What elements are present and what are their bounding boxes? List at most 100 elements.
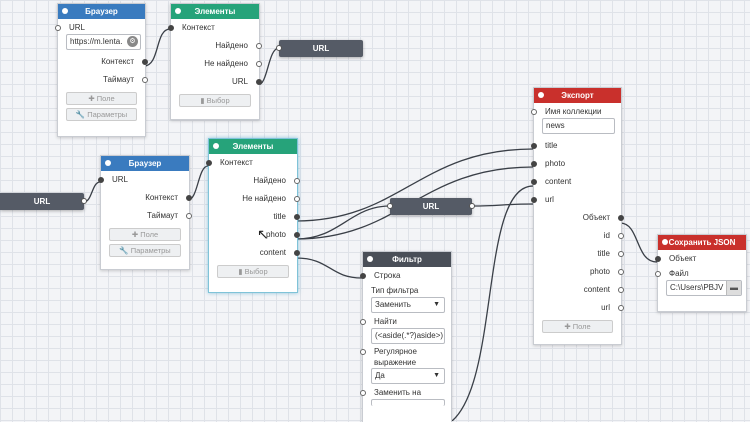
url-node-input-port[interactable] xyxy=(387,203,393,209)
context-input-port[interactable] xyxy=(206,160,212,166)
find-value: (<aside(.*?)aside>) xyxy=(375,331,444,340)
not-found-output-row: Не найдено xyxy=(209,190,300,208)
save-json-node-header[interactable]: Сохранить JSON xyxy=(658,235,746,250)
not-found-label: Не найдено xyxy=(204,59,248,68)
title-input-label: title xyxy=(545,141,558,150)
collection-field[interactable]: news xyxy=(542,118,615,134)
find-input-row: Найти xyxy=(360,316,451,328)
url-label: URL xyxy=(69,23,86,32)
not-found-output-port[interactable] xyxy=(294,196,300,202)
string-input-port[interactable] xyxy=(360,273,366,279)
context-label: Контекст xyxy=(182,23,215,32)
context-output-port[interactable] xyxy=(186,195,192,201)
url-input-row: url xyxy=(531,191,621,209)
header-dot-icon xyxy=(538,92,544,98)
photo-output-port[interactable] xyxy=(618,269,624,275)
object-input-port[interactable] xyxy=(655,256,661,262)
title-output-port[interactable] xyxy=(294,214,300,220)
dropdown-arrow-icon: ▼ xyxy=(433,301,440,308)
id-output-port[interactable] xyxy=(618,233,624,239)
replace-field[interactable] xyxy=(371,399,445,406)
select-button[interactable]: ▮ Выбор xyxy=(179,94,251,107)
found-output-port[interactable] xyxy=(256,43,262,49)
collection-input-row: Имя коллекции xyxy=(531,106,621,118)
title-output-label: title xyxy=(273,212,286,221)
file-path-field[interactable]: C:\Users\PBJV ▬ xyxy=(666,280,742,296)
folder-icon[interactable]: ▬ xyxy=(726,281,741,295)
object-output-port[interactable] xyxy=(618,215,624,221)
url-output-port[interactable] xyxy=(618,305,624,311)
photo-output-port[interactable] xyxy=(294,232,300,238)
content-output-port[interactable] xyxy=(618,287,624,293)
filter-type-select[interactable]: Заменить ▼ xyxy=(371,297,445,313)
timeout-output-port[interactable] xyxy=(142,77,148,83)
header-dot-icon xyxy=(175,8,181,14)
photo-output-row: photo xyxy=(209,226,300,244)
browser-node-2-header[interactable]: Браузер xyxy=(101,156,189,171)
found-label: Найдено xyxy=(253,176,286,185)
title-output-port[interactable] xyxy=(618,251,624,257)
url-field[interactable]: https://m.lenta. ⚙ xyxy=(66,34,141,50)
browser-node-1[interactable]: Браузер URL https://m.lenta. ⚙ Контекст Т… xyxy=(55,3,148,137)
photo-output-row: photo xyxy=(534,263,624,281)
url-node-input-port[interactable] xyxy=(276,45,282,51)
header-dot-icon xyxy=(367,256,373,262)
select-button[interactable]: ▮ Выбор xyxy=(217,265,289,278)
url-input-port[interactable] xyxy=(55,25,61,31)
url-output-port[interactable] xyxy=(256,79,262,85)
browser-node-2[interactable]: Браузер URL Контекст Таймаут ✚ Поле 🔧 Па… xyxy=(98,155,192,270)
photo-input-port[interactable] xyxy=(531,161,537,167)
add-field-button[interactable]: ✚ Поле xyxy=(542,320,613,333)
object-label: Объект xyxy=(582,213,610,222)
content-input-port[interactable] xyxy=(531,179,537,185)
add-field-button[interactable]: ✚ Поле xyxy=(66,92,137,105)
url-node-output-port[interactable] xyxy=(469,203,475,209)
context-label: Контекст xyxy=(220,158,253,167)
collection-input-port[interactable] xyxy=(531,109,537,115)
found-output-port[interactable] xyxy=(294,178,300,184)
save-json-node[interactable]: Сохранить JSON Объект Файл C:\Users\PBJV… xyxy=(655,234,747,312)
elements-node-1-header[interactable]: Элементы xyxy=(171,4,259,19)
wire-object-save xyxy=(619,222,658,263)
url-input-port[interactable] xyxy=(531,197,537,203)
elements-node-1[interactable]: Элементы Контекст Найдено Не найдено URL… xyxy=(168,3,262,120)
regex-value: Да xyxy=(375,371,385,380)
context-input-port[interactable] xyxy=(168,25,174,31)
context-label: Контекст xyxy=(145,193,178,202)
elements-node-2[interactable]: Элементы Контекст Найдено Не найдено tit… xyxy=(206,138,300,293)
context-output-port[interactable] xyxy=(142,59,148,65)
url-node-left[interactable]: URL xyxy=(0,193,87,210)
file-input-port[interactable] xyxy=(655,271,661,277)
regex-select[interactable]: Да ▼ xyxy=(371,368,445,384)
not-found-output-port[interactable] xyxy=(256,61,262,67)
url-input-row: URL xyxy=(98,171,189,189)
header-dot-icon xyxy=(662,239,668,245)
url-node-top[interactable]: URL xyxy=(276,40,363,57)
url-output-row: url xyxy=(534,299,624,317)
url-input-label: url xyxy=(545,195,554,204)
browser-node-1-header[interactable]: Браузер xyxy=(58,4,145,19)
filter-node[interactable]: Фильтр Строка Тип фильтра Заменить ▼ Найт… xyxy=(360,251,452,422)
find-input-port[interactable] xyxy=(360,319,366,325)
title-input-port[interactable] xyxy=(531,143,537,149)
filter-node-header[interactable]: Фильтр xyxy=(363,252,451,267)
replace-input-port[interactable] xyxy=(360,390,366,396)
url-node-label: URL xyxy=(33,197,51,206)
url-input-port[interactable] xyxy=(98,177,104,183)
export-node[interactable]: Экспорт Имя коллекции news title photo c… xyxy=(531,87,624,345)
file-label: Файл xyxy=(669,269,689,278)
add-field-button[interactable]: ✚ Поле xyxy=(109,228,181,241)
parameters-button[interactable]: 🔧 Параметры xyxy=(66,108,137,121)
url-node-mid[interactable]: URL xyxy=(387,198,475,215)
content-output-port[interactable] xyxy=(294,250,300,256)
url-node-output-port[interactable] xyxy=(81,198,87,204)
context-input-row: Контекст xyxy=(168,19,259,37)
export-node-header[interactable]: Экспорт xyxy=(534,88,621,103)
elements-node-2-header[interactable]: Элементы xyxy=(209,139,297,154)
timeout-output-port[interactable] xyxy=(186,213,192,219)
find-field[interactable]: (<aside(.*?)aside>) xyxy=(371,328,445,344)
parameters-button[interactable]: 🔧 Параметры xyxy=(109,244,181,257)
gear-icon[interactable]: ⚙ xyxy=(127,36,138,47)
regex-input-port[interactable] xyxy=(360,349,366,355)
file-input-row: Файл xyxy=(655,268,746,280)
